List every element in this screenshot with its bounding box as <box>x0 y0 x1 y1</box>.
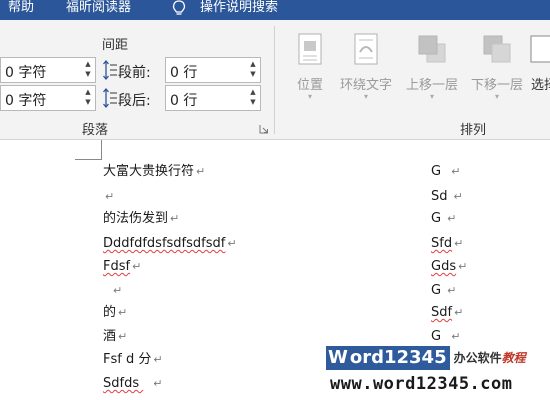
spinner-arrows-icon[interactable]: ▲ ▼ <box>248 87 258 109</box>
send-backward-label: 下移一层 <box>470 78 523 93</box>
paragraph-mark-icon: ↵ <box>451 330 461 343</box>
chevron-down-icon: ▾ <box>429 92 434 101</box>
wrap-text-label: 环绕文字 <box>339 78 392 93</box>
position-label: 位置 <box>296 78 323 93</box>
doc-line[interactable]: ↵ <box>103 188 114 206</box>
paragraph-mark-icon: ↵ <box>153 353 163 366</box>
doc-line-right[interactable]: G ↵ <box>431 163 460 181</box>
wrap-text-icon <box>354 33 378 65</box>
doc-line[interactable]: ↵ <box>103 282 122 300</box>
arrange-group-label: 排列 <box>460 123 487 138</box>
doc-line[interactable]: 的 ↵ <box>103 304 127 322</box>
doc-line[interactable]: Dddfdfdsfsdfsdfsdf ↵ <box>103 235 237 253</box>
paragraph-mark-icon: ↵ <box>451 165 461 178</box>
space-before-value: 0 行 <box>170 65 198 81</box>
menu-bar: 帮助 福昕阅读器 操作说明搜索 <box>0 0 550 20</box>
paragraph-mark-icon: ↵ <box>454 237 464 250</box>
space-after-icon <box>103 87 117 109</box>
spinner-arrows-icon[interactable]: ▲ ▼ <box>83 59 93 81</box>
selection-pane-button[interactable]: 选择 <box>530 30 550 110</box>
logo-cn-text: 办公软件 <box>453 351 502 365</box>
chevron-down-icon: ▾ <box>494 92 499 101</box>
bring-forward-label: 上移一层 <box>405 78 458 93</box>
paragraph-mark-icon: ↵ <box>118 330 128 343</box>
doc-line[interactable]: 的法伤发到 ↵ <box>103 210 179 228</box>
indent-right-value: 0 字符 <box>5 93 47 109</box>
space-before-spinner[interactable]: 0 行 ▲ ▼ <box>165 57 261 83</box>
doc-line[interactable]: Fdsf ↵ <box>103 258 141 276</box>
selection-pane-icon <box>530 35 550 63</box>
doc-line-right[interactable]: Sdf ↵ <box>431 304 463 322</box>
position-button[interactable]: 位置 ▾ <box>288 30 332 110</box>
bring-forward-button[interactable]: 上移一层 ▾ <box>400 30 464 110</box>
watermark-url: www.word12345.com <box>330 374 513 394</box>
doc-line[interactable]: Fsf d 分 ↵ <box>103 351 163 369</box>
paragraph-mark-icon: ↵ <box>458 260 468 273</box>
doc-line[interactable]: 大富大贵换行符 ↵ <box>103 163 205 181</box>
lightbulb-icon <box>172 0 186 15</box>
ribbon: 间距 0 字符 ▲ ▼ 0 字符 ▲ ▼ 段前: 0 行 ▲ ▼ 段后: 0 行 ▲ ▼… <box>0 20 550 140</box>
group-divider <box>274 26 275 134</box>
paragraph-mark-icon: ↵ <box>170 212 180 225</box>
space-after-label: 段后: <box>118 93 151 109</box>
send-backward-icon <box>483 35 511 63</box>
doc-line[interactable]: Sdfds ↵ <box>103 375 162 393</box>
spacing-heading: 间距 <box>102 38 129 53</box>
logo-cn-text-2: 教程 <box>501 351 526 365</box>
indent-right-spinner[interactable]: 0 字符 ▲ ▼ <box>0 85 96 111</box>
paragraph-mark-icon: ↵ <box>447 212 457 225</box>
logo-text: ord12345 <box>349 346 450 370</box>
doc-line-right[interactable]: Sfd ↵ <box>431 235 463 253</box>
doc-line-right[interactable]: G ↵ <box>431 210 456 228</box>
send-backward-button[interactable]: 下移一层 ▾ <box>465 30 529 110</box>
logo-letter: W <box>326 346 350 370</box>
space-before-label: 段前: <box>118 65 151 81</box>
spinner-arrows-icon[interactable]: ▲ ▼ <box>83 87 93 109</box>
position-icon <box>298 33 322 65</box>
paragraph-group-label: 段落 <box>82 123 109 138</box>
menu-foxit-reader[interactable]: 福昕阅读器 <box>66 0 131 20</box>
paragraph-mark-icon: ↵ <box>105 190 115 203</box>
space-after-spinner[interactable]: 0 行 ▲ ▼ <box>165 85 261 111</box>
wrap-text-button[interactable]: 环绕文字 ▾ <box>334 30 398 110</box>
paragraph-mark-icon: ↵ <box>132 260 142 273</box>
doc-line-right[interactable]: G ↵ <box>431 328 460 346</box>
chevron-down-icon: ▾ <box>307 92 312 101</box>
margin-corner-mark <box>75 140 102 160</box>
space-after-value: 0 行 <box>170 93 198 109</box>
paragraph-mark-icon: ↵ <box>454 306 464 319</box>
indent-left-spinner[interactable]: 0 字符 ▲ ▼ <box>0 57 96 83</box>
spinner-arrows-icon[interactable]: ▲ ▼ <box>248 59 258 81</box>
space-before-icon <box>103 59 117 81</box>
bring-forward-icon <box>418 35 446 63</box>
paragraph-mark-icon: ↵ <box>453 190 463 203</box>
chevron-down-icon: ▾ <box>363 92 368 101</box>
paragraph-mark-icon: ↵ <box>153 377 163 390</box>
selection-pane-label: 选择 <box>531 78 550 93</box>
dialog-launcher-icon[interactable] <box>259 124 269 134</box>
paragraph-mark-icon: ↵ <box>447 284 457 297</box>
menu-help[interactable]: 帮助 <box>8 0 34 20</box>
doc-line-right[interactable]: Sd ↵ <box>431 188 463 206</box>
watermark-logo: Word12345 办公软件教程 <box>326 346 526 370</box>
paragraph-mark-icon: ↵ <box>113 284 123 297</box>
tell-me-search[interactable]: 操作说明搜索 <box>200 0 278 20</box>
paragraph-mark-icon: ↵ <box>118 306 128 319</box>
doc-line[interactable]: 酒 ↵ <box>103 328 127 346</box>
doc-line-right[interactable]: G ↵ <box>431 282 456 300</box>
doc-line-right[interactable]: Gds ↵ <box>431 258 467 276</box>
paragraph-mark-icon: ↵ <box>196 165 206 178</box>
paragraph-mark-icon: ↵ <box>227 237 237 250</box>
indent-left-value: 0 字符 <box>5 65 47 81</box>
